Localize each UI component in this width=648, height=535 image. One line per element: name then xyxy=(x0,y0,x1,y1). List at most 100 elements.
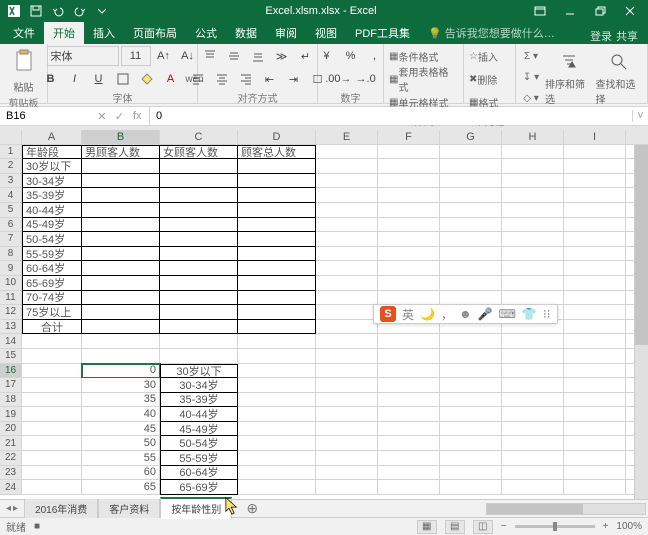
cell-G15[interactable] xyxy=(440,349,502,364)
cell-F18[interactable] xyxy=(378,393,440,408)
cell-C8[interactable] xyxy=(160,247,238,262)
share-link[interactable]: 共享 xyxy=(616,28,638,44)
cell-A24[interactable] xyxy=(22,480,82,495)
cell-I5[interactable] xyxy=(564,203,626,218)
ime-moon-icon[interactable]: 🌙 xyxy=(420,307,435,321)
fill-color-button[interactable] xyxy=(136,69,158,89)
cell-I11[interactable] xyxy=(564,291,626,306)
underline-button[interactable]: U xyxy=(88,69,110,89)
excel-icon[interactable] xyxy=(4,2,24,20)
view-pagebreak-icon[interactable]: ◫ xyxy=(473,520,493,534)
cell-G20[interactable] xyxy=(440,422,502,437)
horizontal-scrollbar[interactable] xyxy=(486,503,646,515)
ime-emoji-icon[interactable]: ☻ xyxy=(459,307,472,321)
cell-F20[interactable] xyxy=(378,422,440,437)
col-header-J[interactable]: J xyxy=(626,130,648,145)
row-header-23[interactable]: 23 xyxy=(0,466,22,481)
ime-lang[interactable]: 英 xyxy=(402,306,414,323)
cell-A10[interactable]: 65-69岁 xyxy=(22,276,82,291)
spreadsheet-grid[interactable]: ABCDEFGHIJ1年龄段男顾客人数女顾客人数顾客总人数230岁以下330-3… xyxy=(0,126,648,499)
ime-settings-icon[interactable]: ⁝⁝ xyxy=(543,307,551,321)
cell-C13[interactable] xyxy=(160,320,238,335)
cell-F3[interactable] xyxy=(378,174,440,189)
cell-F15[interactable] xyxy=(378,349,440,364)
cell-E3[interactable] xyxy=(316,174,378,189)
row-header-19[interactable]: 19 xyxy=(0,407,22,422)
cell-A20[interactable] xyxy=(22,422,82,437)
cell-B20[interactable]: 45 xyxy=(82,422,160,437)
cell-B17[interactable]: 30 xyxy=(82,378,160,393)
cell-F22[interactable] xyxy=(378,451,440,466)
cell-F10[interactable] xyxy=(378,276,440,291)
cell-H19[interactable] xyxy=(502,407,564,422)
row-header-6[interactable]: 6 xyxy=(0,218,22,233)
font-name-select[interactable]: 宋体 xyxy=(47,46,119,66)
bold-button[interactable]: B xyxy=(40,69,62,89)
cell-E10[interactable] xyxy=(316,276,378,291)
cell-H4[interactable] xyxy=(502,188,564,203)
cell-A19[interactable] xyxy=(22,407,82,422)
cell-H24[interactable] xyxy=(502,480,564,495)
select-all-corner[interactable] xyxy=(0,130,22,145)
row-header-20[interactable]: 20 xyxy=(0,422,22,437)
cell-H8[interactable] xyxy=(502,247,564,262)
close-icon[interactable] xyxy=(616,1,644,21)
cell-I24[interactable] xyxy=(564,480,626,495)
row-header-7[interactable]: 7 xyxy=(0,232,22,247)
cell-E20[interactable] xyxy=(316,422,378,437)
row-header-24[interactable]: 24 xyxy=(0,480,22,495)
cell-A14[interactable] xyxy=(22,334,82,349)
cell-C12[interactable] xyxy=(160,305,238,320)
cell-E5[interactable] xyxy=(316,203,378,218)
cell-I1[interactable] xyxy=(564,145,626,160)
shrink-font-icon[interactable]: A↓ xyxy=(177,46,199,66)
cell-C17[interactable]: 30-34岁 xyxy=(160,378,238,393)
cell-A17[interactable] xyxy=(22,378,82,393)
ime-mic-icon[interactable]: 🎤 xyxy=(478,307,493,321)
cell-E24[interactable] xyxy=(316,480,378,495)
cell-B7[interactable] xyxy=(82,232,160,247)
cell-H20[interactable] xyxy=(502,422,564,437)
cell-I22[interactable] xyxy=(564,451,626,466)
cell-D3[interactable] xyxy=(238,174,316,189)
cell-B18[interactable]: 35 xyxy=(82,393,160,408)
sheet-nav-next-icon[interactable]: ▸ xyxy=(13,503,18,514)
formula-input[interactable] xyxy=(150,107,632,125)
cell-I10[interactable] xyxy=(564,276,626,291)
row-header-4[interactable]: 4 xyxy=(0,188,22,203)
cell-G19[interactable] xyxy=(440,407,502,422)
cell-C15[interactable] xyxy=(160,349,238,364)
cell-E18[interactable] xyxy=(316,393,378,408)
cell-B24[interactable]: 65 xyxy=(82,480,160,495)
autosum-button[interactable]: Σ ▾ xyxy=(520,46,542,66)
indent-inc-icon[interactable]: ⇥ xyxy=(283,69,305,89)
cell-I12[interactable] xyxy=(564,305,626,320)
cell-B23[interactable]: 60 xyxy=(82,466,160,481)
cell-G18[interactable] xyxy=(440,393,502,408)
cell-E9[interactable] xyxy=(316,261,378,276)
row-header-16[interactable]: 16 xyxy=(0,364,22,379)
cell-I13[interactable] xyxy=(564,320,626,335)
cell-C21[interactable]: 50-54岁 xyxy=(160,436,238,451)
cell-D15[interactable] xyxy=(238,349,316,364)
cell-D2[interactable] xyxy=(238,159,316,174)
ribbon-opts-icon[interactable] xyxy=(526,1,554,21)
cell-G17[interactable] xyxy=(440,378,502,393)
cell-E19[interactable] xyxy=(316,407,378,422)
cell-G4[interactable] xyxy=(440,188,502,203)
zoom-slider[interactable] xyxy=(515,525,595,528)
cell-C24[interactable]: 65-69岁 xyxy=(160,480,238,495)
cell-F7[interactable] xyxy=(378,232,440,247)
find-select-button[interactable] xyxy=(608,49,630,75)
cell-B8[interactable] xyxy=(82,247,160,262)
inc-decimal-button[interactable]: .00→ xyxy=(324,69,352,89)
col-header-B[interactable]: B xyxy=(82,130,160,145)
cell-I6[interactable] xyxy=(564,218,626,233)
font-color-button[interactable]: A xyxy=(160,69,182,89)
sheet-tab-3[interactable]: 按年龄性别 xyxy=(160,497,232,519)
cell-C2[interactable] xyxy=(160,159,238,174)
tab-review[interactable]: 审阅 xyxy=(266,22,306,44)
row-header-8[interactable]: 8 xyxy=(0,247,22,262)
cell-D4[interactable] xyxy=(238,188,316,203)
italic-button[interactable]: I xyxy=(64,69,86,89)
